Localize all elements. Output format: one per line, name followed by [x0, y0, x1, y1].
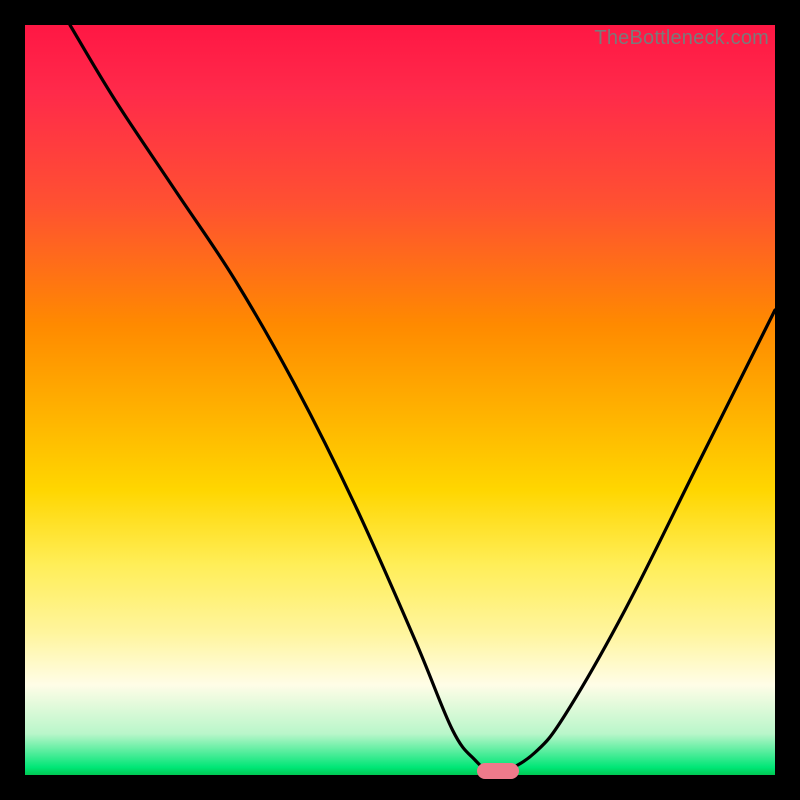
plot-area: TheBottleneck.com	[25, 25, 775, 775]
optimal-marker	[477, 763, 519, 779]
bottleneck-curve	[25, 25, 775, 775]
chart-frame: TheBottleneck.com	[0, 0, 800, 800]
curve-path	[70, 25, 775, 773]
